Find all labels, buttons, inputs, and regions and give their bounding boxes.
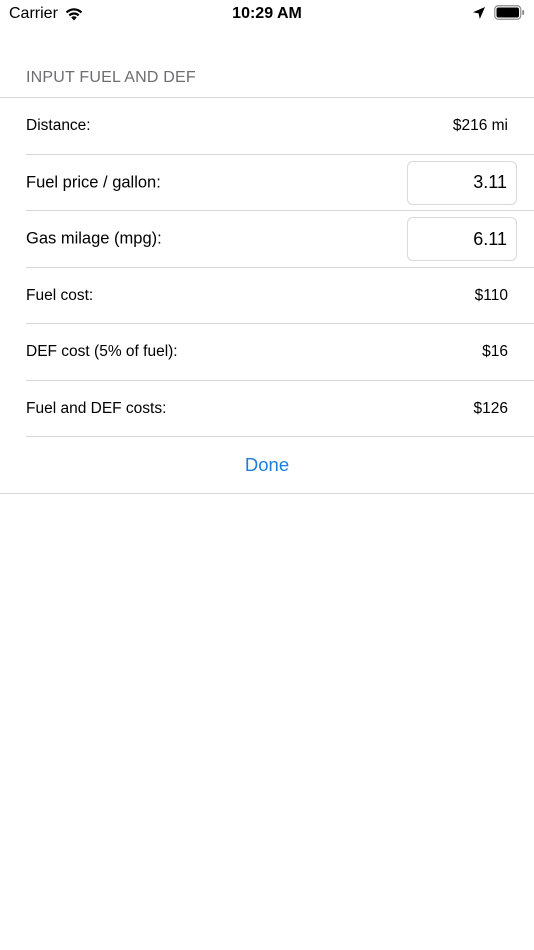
- total-cost-label: Fuel and DEF costs:: [26, 399, 167, 417]
- status-right-group: [472, 5, 525, 20]
- def-cost-label: DEF cost (5% of fuel):: [26, 343, 178, 361]
- battery-icon: [494, 5, 525, 20]
- gas-mileage-row: Gas milage (mpg):: [0, 211, 534, 268]
- done-button[interactable]: Done: [0, 454, 534, 476]
- fuel-cost-row: Fuel cost: $110: [0, 268, 534, 325]
- done-row: Done: [0, 437, 534, 494]
- status-time: 10:29 AM: [232, 5, 302, 22]
- screen: Carrier 10:29 AM INPUT FUEL AND DEF Dist…: [0, 0, 534, 950]
- distance-value: $216 mi: [452, 117, 508, 135]
- distance-row: Distance: $216 mi: [0, 98, 534, 155]
- fuel-price-input[interactable]: [407, 160, 517, 205]
- def-cost-row: DEF cost (5% of fuel): $16: [0, 324, 534, 381]
- total-cost-value: $126: [473, 399, 508, 417]
- gas-mileage-input[interactable]: [407, 217, 517, 261]
- total-cost-row: Fuel and DEF costs: $126: [0, 381, 534, 438]
- fuel-cost-value: $110: [474, 286, 508, 304]
- distance-label: Distance:: [26, 117, 91, 135]
- fuel-price-label: Fuel price / gallon:: [26, 173, 161, 192]
- gas-mileage-label: Gas milage (mpg):: [26, 229, 162, 248]
- fuel-form: Distance: $216 mi Fuel price / gallon: G…: [0, 98, 534, 494]
- status-bar: Carrier 10:29 AM: [0, 0, 534, 28]
- fuel-cost-label: Fuel cost:: [26, 286, 94, 304]
- location-arrow-icon: [472, 6, 486, 20]
- def-cost-value: $16: [482, 343, 508, 361]
- section-header: INPUT FUEL AND DEF: [26, 69, 196, 86]
- fuel-price-row: Fuel price / gallon:: [0, 155, 534, 212]
